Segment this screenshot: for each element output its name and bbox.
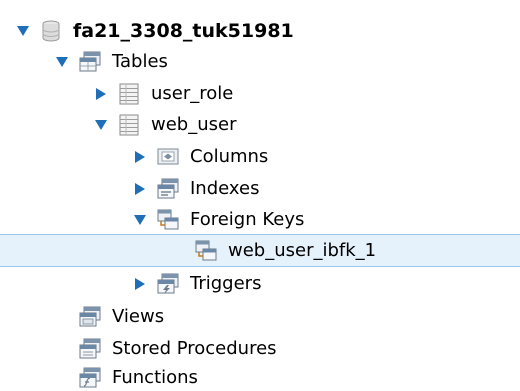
folder-tables-icon (77, 49, 103, 75)
schema-label: fa21_3308_tuk51981 (73, 20, 294, 42)
tree-node-fk-web-user-ibfk-1[interactable]: web_user_ibfk_1 (0, 234, 520, 267)
foreign-keys-folder-icon (155, 207, 181, 233)
triggers-folder-icon (155, 271, 181, 297)
fk-item-label: web_user_ibfk_1 (228, 239, 377, 261)
stored-procedures-label: Stored Procedures (112, 338, 277, 359)
foreign-keys-label: Foreign Keys (190, 209, 305, 230)
expand-arrow-down-icon[interactable] (55, 53, 69, 71)
expand-arrow-right-icon[interactable] (94, 85, 108, 103)
table-icon (116, 112, 142, 138)
expand-arrow-down-icon[interactable] (16, 22, 30, 40)
user-role-label: user_role (151, 83, 234, 104)
indexes-label: Indexes (190, 178, 260, 199)
columns-folder-icon (155, 144, 181, 170)
tree-node-columns[interactable]: Columns (0, 141, 520, 173)
functions-folder-icon (77, 365, 103, 391)
web-user-label: web_user (151, 114, 237, 135)
procedures-folder-icon (77, 336, 103, 362)
functions-label: Functions (112, 366, 198, 388)
views-folder-icon (77, 304, 103, 330)
tree-node-user-role[interactable]: user_role (0, 78, 520, 110)
tree-node-foreign-keys[interactable]: Foreign Keys (0, 204, 520, 236)
expand-arrow-right-icon[interactable] (133, 148, 147, 166)
expand-arrow-right-icon[interactable] (133, 180, 147, 198)
schema-tree: fa21_3308_tuk51981 Tables user_role web_… (0, 0, 520, 391)
tree-node-triggers[interactable]: Triggers (0, 268, 520, 300)
expand-arrow-down-icon[interactable] (94, 116, 108, 134)
columns-label: Columns (190, 146, 269, 167)
tree-node-tables[interactable]: Tables (0, 46, 520, 78)
tables-label: Tables (112, 51, 168, 72)
tree-node-schema[interactable]: fa21_3308_tuk51981 (0, 15, 520, 47)
tree-node-functions[interactable]: Functions (0, 364, 520, 391)
database-icon (38, 18, 64, 44)
views-label: Views (112, 306, 165, 327)
table-icon (116, 81, 142, 107)
indexes-folder-icon (155, 176, 181, 202)
expand-arrow-right-icon[interactable] (133, 275, 147, 293)
tree-node-indexes[interactable]: Indexes (0, 173, 520, 205)
expand-arrow-down-icon[interactable] (133, 211, 147, 229)
tree-node-web-user[interactable]: web_user (0, 109, 520, 141)
tree-node-views[interactable]: Views (0, 301, 520, 333)
tree-node-stored-procedures[interactable]: Stored Procedures (0, 333, 520, 365)
foreign-key-icon (193, 238, 219, 264)
triggers-label: Triggers (190, 273, 262, 294)
